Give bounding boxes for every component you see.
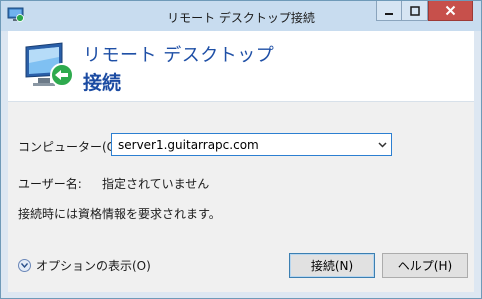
header-subtitle: リモート デスクトップ <box>83 45 275 66</box>
computer-combobox[interactable] <box>111 133 392 156</box>
credential-note: 接続時には資格情報を要求されます。 <box>18 207 221 221</box>
title-bar[interactable]: リモート デスクトップ接続 <box>1 1 481 31</box>
username-label: ユーザー名: <box>18 177 82 191</box>
window-controls <box>376 1 473 22</box>
maximize-button[interactable] <box>402 1 428 21</box>
dropdown-button[interactable] <box>373 134 391 155</box>
show-options-label: オプションの表示(O) <box>36 259 151 273</box>
username-value: 指定されていません <box>102 177 210 191</box>
help-button[interactable]: ヘルプ(H) <box>382 253 468 278</box>
expand-options-icon <box>18 259 31 272</box>
header-title: 接続 <box>83 72 122 94</box>
computer-input[interactable] <box>112 134 376 155</box>
dialog-header: リモート デスクトップ 接続 <box>8 31 474 102</box>
computer-label: コンピューター(C): <box>18 140 124 154</box>
rdp-window: リモート デスクトップ接続 リモート デスクトップ 接続 コンピューター(C):… <box>0 0 482 299</box>
minimize-button[interactable] <box>376 1 402 21</box>
minimize-icon <box>385 12 393 15</box>
dialog-body: コンピューター(C): ユーザー名: 指定されていません 接続時には資格情報を要… <box>8 102 474 292</box>
connect-button[interactable]: 接続(N) <box>289 253 375 278</box>
chevron-down-icon <box>377 141 387 148</box>
remote-desktop-monitor-icon <box>25 42 74 87</box>
close-icon <box>445 5 456 16</box>
maximize-icon <box>409 5 420 16</box>
close-button[interactable] <box>428 1 473 21</box>
show-options-toggle[interactable]: オプションの表示(O) <box>18 257 151 274</box>
